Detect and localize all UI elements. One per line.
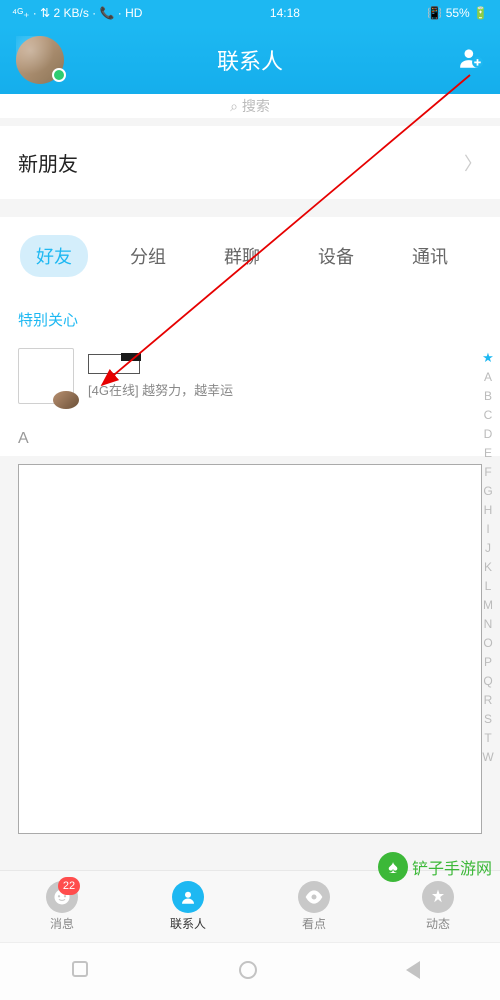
tab-groups[interactable]: 分组 xyxy=(114,235,182,277)
watermark: ♠ 铲子手游网 xyxy=(378,852,492,882)
tab-groupchat[interactable]: 群聊 xyxy=(208,235,276,277)
add-contact-button[interactable] xyxy=(458,45,484,76)
status-bar: ⁴ᴳ₊ · ⇅ 2 KB/s · 📞 · HD 14:18 📳 55% 🔋 xyxy=(0,0,500,26)
nav-label: 联系人 xyxy=(170,915,206,932)
alpha-N[interactable]: N xyxy=(480,616,496,632)
contacts-icon xyxy=(172,881,204,913)
status-left: ⁴ᴳ₊ · ⇅ 2 KB/s · 📞 · HD xyxy=(12,6,142,20)
online-indicator xyxy=(52,68,66,82)
alpha-H[interactable]: H xyxy=(480,502,496,518)
alpha-P[interactable]: P xyxy=(480,654,496,670)
nav-label: 看点 xyxy=(302,915,326,932)
sys-home-button[interactable] xyxy=(239,961,261,983)
trends-icon xyxy=(422,881,454,913)
app-header: 联系人 xyxy=(0,26,500,94)
alpha-A[interactable]: A xyxy=(480,369,496,385)
alpha-S[interactable]: S xyxy=(480,711,496,727)
sys-recent-button[interactable] xyxy=(72,961,94,983)
new-friends-row[interactable]: 新朋友 〉 xyxy=(0,126,500,199)
section-special-care: 特别关心 xyxy=(0,295,500,340)
redacted-contacts-box xyxy=(18,464,482,834)
sys-back-button[interactable] xyxy=(406,961,428,983)
contact-info: [4G在线] 越努力，越幸运 xyxy=(88,354,233,399)
nav-messages[interactable]: 22 消息 xyxy=(46,881,78,932)
tab-addressbook[interactable]: 通讯 xyxy=(396,235,464,277)
alpha-★[interactable]: ★ xyxy=(480,350,496,366)
search-hint[interactable]: ⌕ 搜索 xyxy=(0,94,500,118)
alpha-I[interactable]: I xyxy=(480,521,496,537)
contact-name-redacted xyxy=(88,354,140,374)
nav-contacts[interactable]: 联系人 xyxy=(170,881,206,932)
chevron-right-icon: 〉 xyxy=(464,150,482,176)
user-avatar[interactable] xyxy=(16,36,64,84)
nav-trends[interactable]: 动态 xyxy=(422,881,454,932)
alpha-W[interactable]: W xyxy=(480,749,496,765)
new-friends-label: 新朋友 xyxy=(18,148,78,177)
alpha-R[interactable]: R xyxy=(480,692,496,708)
nav-label: 动态 xyxy=(426,915,450,932)
alpha-T[interactable]: T xyxy=(480,730,496,746)
alpha-L[interactable]: L xyxy=(480,578,496,594)
watermark-text: 铲子手游网 xyxy=(412,855,492,879)
alpha-F[interactable]: F xyxy=(480,464,496,480)
nav-kandian[interactable]: 看点 xyxy=(298,881,330,932)
alpha-D[interactable]: D xyxy=(480,426,496,442)
alpha-E[interactable]: E xyxy=(480,445,496,461)
contact-status: [4G在线] 越努力，越幸运 xyxy=(88,380,233,399)
alpha-C[interactable]: C xyxy=(480,407,496,423)
tab-friends[interactable]: 好友 xyxy=(20,235,88,277)
status-right: 📳 55% 🔋 xyxy=(427,6,488,20)
watermark-icon: ♠ xyxy=(378,852,408,882)
search-icon: ⌕ xyxy=(230,98,242,114)
nav-label: 消息 xyxy=(50,915,74,932)
alpha-J[interactable]: J xyxy=(480,540,496,556)
alpha-Q[interactable]: Q xyxy=(480,673,496,689)
alpha-M[interactable]: M xyxy=(480,597,496,613)
messages-badge: 22 xyxy=(58,877,80,895)
alpha-G[interactable]: G xyxy=(480,483,496,499)
kandian-icon xyxy=(298,881,330,913)
system-nav-bar xyxy=(0,942,500,1000)
contact-avatar xyxy=(18,348,74,404)
alpha-index[interactable]: ★ ABCDEFGHIJKLMNOPQRSTW xyxy=(480,350,496,765)
status-time: 14:18 xyxy=(270,6,300,20)
alpha-O[interactable]: O xyxy=(480,635,496,651)
page-title: 联系人 xyxy=(217,44,283,76)
alpha-B[interactable]: B xyxy=(480,388,496,404)
contact-tabs: 好友 分组 群聊 设备 通讯 xyxy=(0,217,500,295)
tab-devices[interactable]: 设备 xyxy=(302,235,370,277)
letter-section-a: A xyxy=(0,418,500,456)
contact-row[interactable]: [4G在线] 越努力，越幸运 xyxy=(0,340,500,418)
alpha-K[interactable]: K xyxy=(480,559,496,575)
